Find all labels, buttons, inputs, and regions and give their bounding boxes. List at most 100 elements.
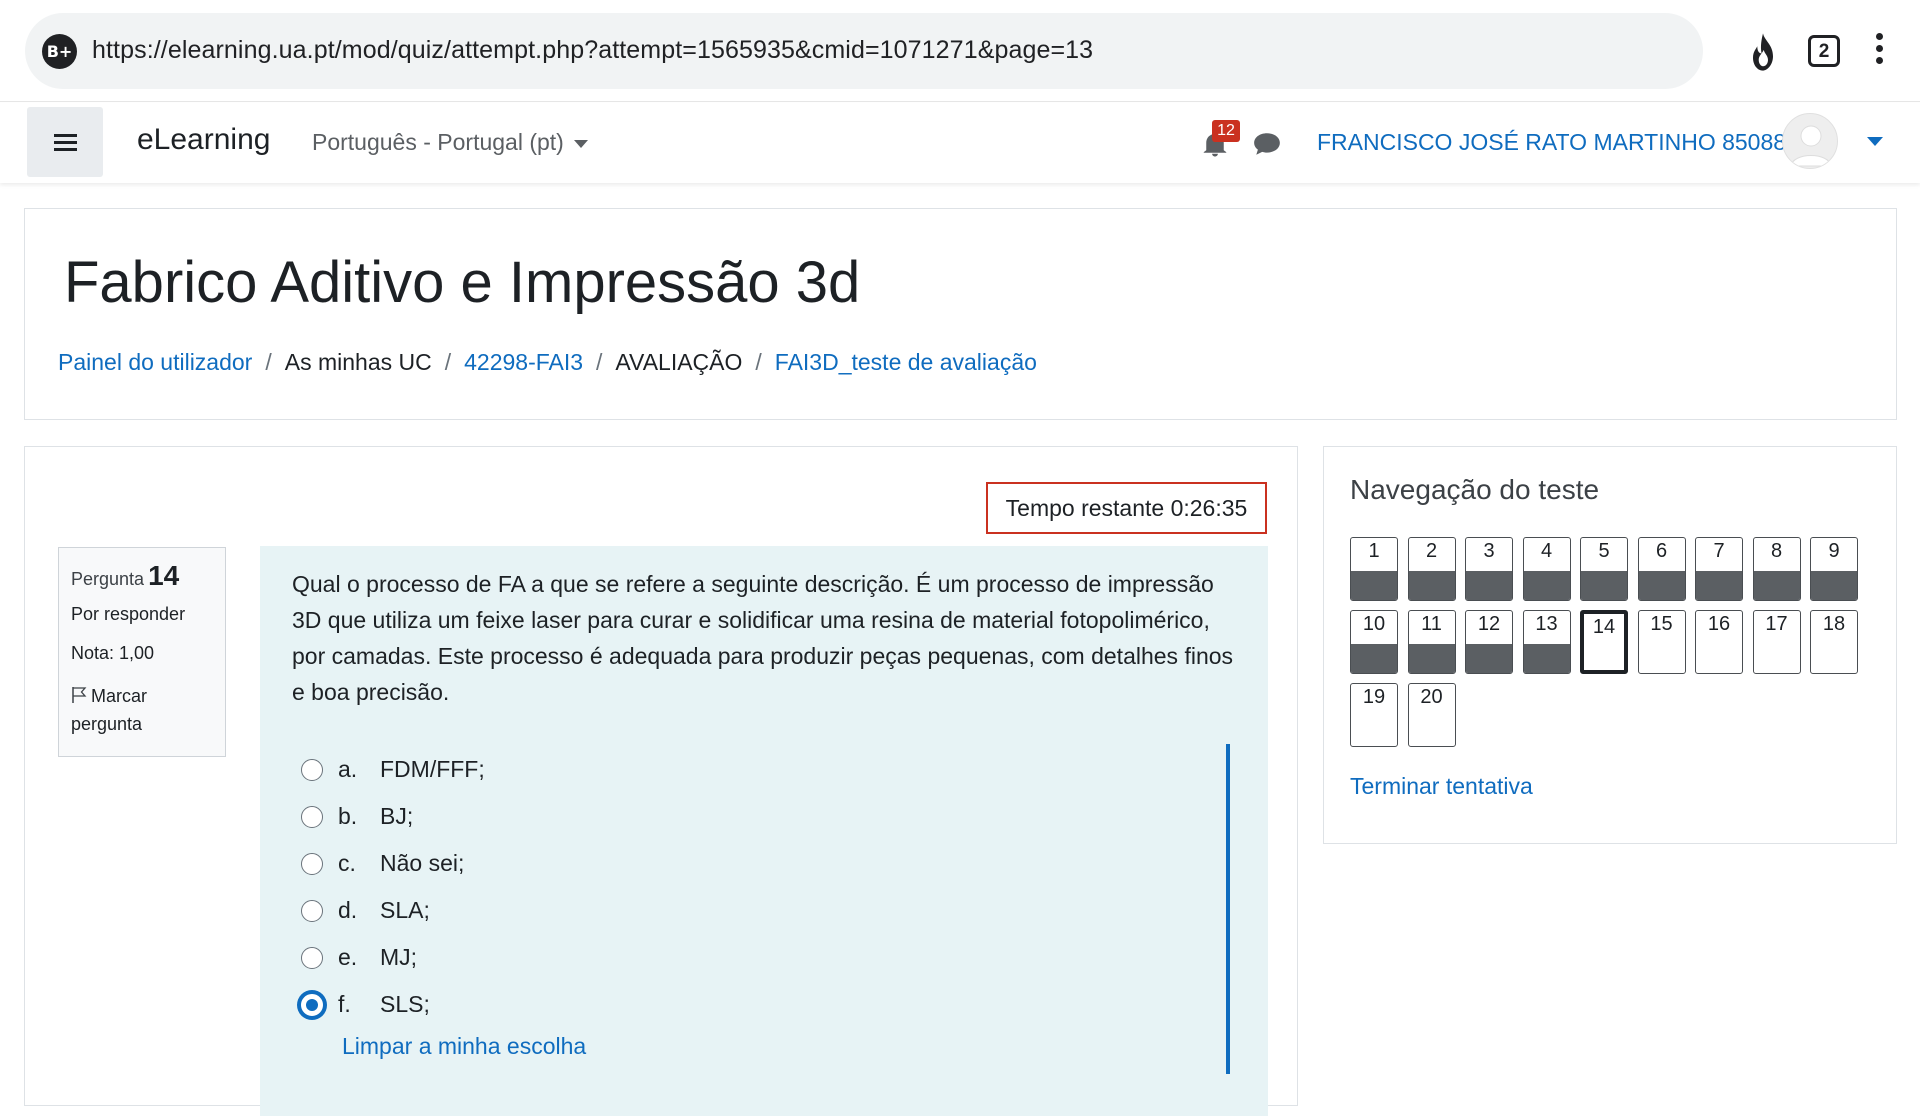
question-nav-button-1[interactable]: 1 <box>1350 537 1398 601</box>
breadcrumb-separator: / <box>265 349 272 375</box>
answer-option-b[interactable]: b. BJ; <box>298 793 1238 840</box>
question-nav-button-2[interactable]: 2 <box>1407 537 1456 601</box>
answer-option-e[interactable]: e. MJ; <box>298 934 1238 981</box>
question-nav-number: 12 <box>1477 613 1501 635</box>
flag-icon <box>72 687 87 703</box>
course-title: Fabrico Aditivo e Impressão 3d <box>64 250 861 315</box>
breadcrumb-quiz[interactable]: FAI3D_teste de avaliação <box>775 349 1037 375</box>
question-nav-number: 15 <box>1650 613 1673 635</box>
question-nav-button-14[interactable]: 14 <box>1580 610 1628 674</box>
user-name[interactable]: FRANCISCO JOSÉ RATO MARTINHO 85088 <box>1317 129 1786 156</box>
answer-text: BJ; <box>380 803 414 829</box>
question-nav-button-12[interactable]: 12 <box>1465 610 1513 674</box>
scroll-indicator <box>1226 744 1230 1074</box>
question-nav-button-20[interactable]: 20 <box>1407 683 1456 747</box>
flag-question-button[interactable]: Marcar pergunta <box>71 682 213 738</box>
answered-indicator <box>1523 644 1570 673</box>
url-text[interactable]: https://elearning.ua.pt/mod/quiz/attempt… <box>92 36 1093 65</box>
answer-letter: c. <box>338 850 356 876</box>
answered-indicator <box>1638 571 1685 600</box>
question-nav-button-17[interactable]: 17 <box>1752 610 1801 674</box>
question-info-panel: Pergunta 14 Por responder Nota: 1,00 Marc… <box>58 547 226 757</box>
breadcrumb-separator: / <box>755 349 762 375</box>
question-nav-number: 20 <box>1420 686 1443 708</box>
language-label: Português - Portugal (pt) <box>312 129 564 155</box>
answer-letter: f. <box>338 991 351 1017</box>
finish-attempt-link[interactable]: Terminar tentativa <box>1350 773 1533 800</box>
question-nav-button-11[interactable]: 11 <box>1407 610 1456 674</box>
radio-button[interactable] <box>301 805 323 828</box>
question-nav-number: 10 <box>1362 613 1386 635</box>
question-nav-button-6[interactable]: 6 <box>1637 537 1686 601</box>
quiz-navigation-title: Navegação do teste <box>1350 474 1600 505</box>
question-nav-button-13[interactable]: 13 <box>1522 610 1571 674</box>
answer-text: SLS; <box>380 991 430 1017</box>
answered-indicator <box>1581 571 1627 600</box>
radio-button-selected[interactable] <box>301 993 323 1016</box>
radio-button[interactable] <box>301 946 323 969</box>
question-state: Por responder <box>71 604 186 624</box>
quiz-timer: Tempo restante 0:26:35 <box>986 482 1267 534</box>
question-nav-number: 11 <box>1421 613 1442 635</box>
question-nav-number: 9 <box>1828 540 1840 562</box>
breadcrumb-separator: / <box>596 349 603 375</box>
question-nav-button-19[interactable]: 19 <box>1350 683 1398 747</box>
answered-indicator <box>1811 571 1857 600</box>
hamburger-menu-icon[interactable] <box>27 107 103 177</box>
question-label: Pergunta <box>71 569 145 589</box>
caret-down-icon <box>573 139 588 148</box>
question-nav-number: 6 <box>1655 540 1668 562</box>
question-nav-button-3[interactable]: 3 <box>1465 537 1513 601</box>
question-nav-button-7[interactable]: 7 <box>1695 537 1743 601</box>
tab-switcher-button[interactable]: 2 <box>1808 35 1840 67</box>
question-text: Qual o processo de FA a que se refere a … <box>292 571 1234 705</box>
site-info-icon[interactable]: B+ <box>42 34 77 69</box>
answered-indicator <box>1696 571 1742 600</box>
radio-button[interactable] <box>301 852 323 875</box>
answer-option-c[interactable]: c. Não sei; <box>298 840 1238 887</box>
question-nav-number: 18 <box>1822 613 1846 635</box>
answer-option-d[interactable]: d. SLA; <box>298 887 1238 934</box>
question-nav-button-15[interactable]: 15 <box>1637 610 1686 674</box>
browser-toolbar: B+ https://elearning.ua.pt/mod/quiz/atte… <box>0 0 1920 102</box>
question-number: 14 <box>148 560 180 591</box>
address-bar[interactable]: B+ https://elearning.ua.pt/mod/quiz/atte… <box>25 13 1703 89</box>
question-nav-number: 3 <box>1483 540 1495 562</box>
question-nav-button-16[interactable]: 16 <box>1695 610 1743 674</box>
question-nav-button-18[interactable]: 18 <box>1810 610 1858 674</box>
answer-letter: b. <box>338 803 358 829</box>
flame-icon[interactable] <box>1745 32 1781 72</box>
answer-option-f[interactable]: f. SLS; <box>298 981 1238 1028</box>
site-navbar: eLearning Português - Portugal (pt) 12 F… <box>0 103 1920 183</box>
answered-indicator <box>1408 571 1455 600</box>
radio-button[interactable] <box>301 899 323 922</box>
language-selector[interactable]: Português - Portugal (pt) <box>312 129 588 156</box>
question-nav-button-9[interactable]: 9 <box>1810 537 1858 601</box>
user-avatar[interactable] <box>1782 113 1838 169</box>
quiz-attempt-region: Tempo restante 0:26:35 Pergunta 14 Por re… <box>24 446 1298 1116</box>
question-nav-number: 17 <box>1765 613 1788 635</box>
answer-option-a[interactable]: a. FDM/FFF; <box>298 746 1238 793</box>
notification-count-badge: 12 <box>1212 120 1240 142</box>
breadcrumb-dashboard[interactable]: Painel do utilizador <box>58 349 252 375</box>
user-menu-caret-icon[interactable] <box>1867 137 1883 146</box>
question-content: Qual o processo de FA a que se refere a … <box>260 546 1268 1116</box>
breadcrumb-my-courses: As minhas UC <box>284 349 432 375</box>
question-nav-button-8[interactable]: 8 <box>1752 537 1801 601</box>
kebab-menu-icon[interactable] <box>1876 33 1884 69</box>
page-header: Fabrico Aditivo e Impressão 3d Painel do… <box>24 208 1897 420</box>
chat-bubble-icon[interactable] <box>1252 131 1282 157</box>
breadcrumb-section: AVALIAÇÃO <box>615 349 743 375</box>
question-nav-button-4[interactable]: 4 <box>1522 537 1571 601</box>
answered-indicator <box>1523 571 1570 600</box>
answer-letter: a. <box>338 756 358 782</box>
question-nav-button-5[interactable]: 5 <box>1580 537 1628 601</box>
breadcrumb-course[interactable]: 42298-FAI3 <box>464 349 583 375</box>
clear-choice-link[interactable]: Limpar a minha escolha <box>342 1033 586 1060</box>
site-brand[interactable]: eLearning <box>137 123 270 157</box>
question-nav-number: 4 <box>1540 540 1553 562</box>
radio-button[interactable] <box>301 758 323 781</box>
answer-options: a. FDM/FFF; b. BJ; c. Não sei; d. SLA; e… <box>298 746 1238 1028</box>
answered-indicator <box>1753 571 1800 600</box>
question-nav-button-10[interactable]: 10 <box>1350 610 1398 674</box>
